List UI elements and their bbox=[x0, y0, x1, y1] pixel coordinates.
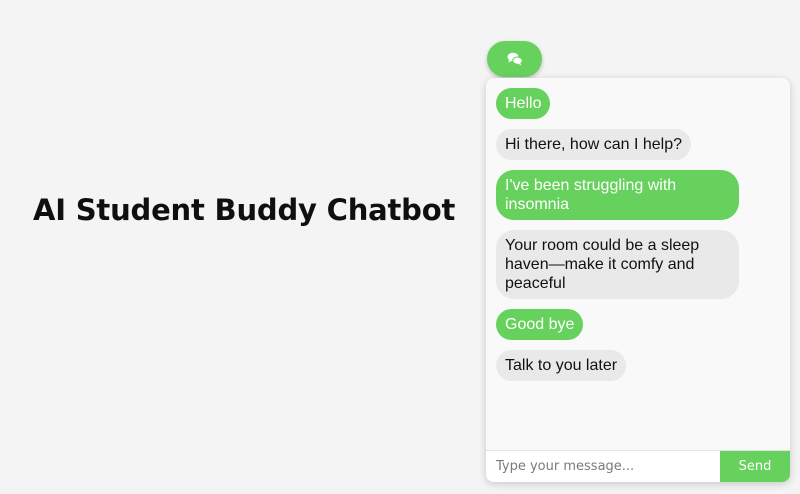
send-button[interactable]: Send bbox=[720, 451, 790, 482]
chat-window: Hello Hi there, how can I help? I've bee… bbox=[486, 78, 790, 482]
page-title: AI Student Buddy Chatbot bbox=[33, 193, 456, 227]
chat-bubbles-icon bbox=[507, 52, 523, 66]
user-message: I've been struggling with insomnia bbox=[496, 170, 739, 220]
user-message: Good bye bbox=[496, 309, 584, 340]
message-list: Hello Hi there, how can I help? I've bee… bbox=[486, 78, 790, 450]
bot-message: Your room could be a sleep haven—make it… bbox=[496, 230, 739, 299]
bot-message: Talk to you later bbox=[496, 350, 627, 381]
user-message: Hello bbox=[496, 88, 551, 119]
chat-toggle-button[interactable] bbox=[487, 41, 542, 77]
bot-message: Hi there, how can I help? bbox=[496, 129, 691, 160]
message-input[interactable] bbox=[486, 451, 720, 482]
message-input-bar: Send bbox=[486, 450, 790, 482]
